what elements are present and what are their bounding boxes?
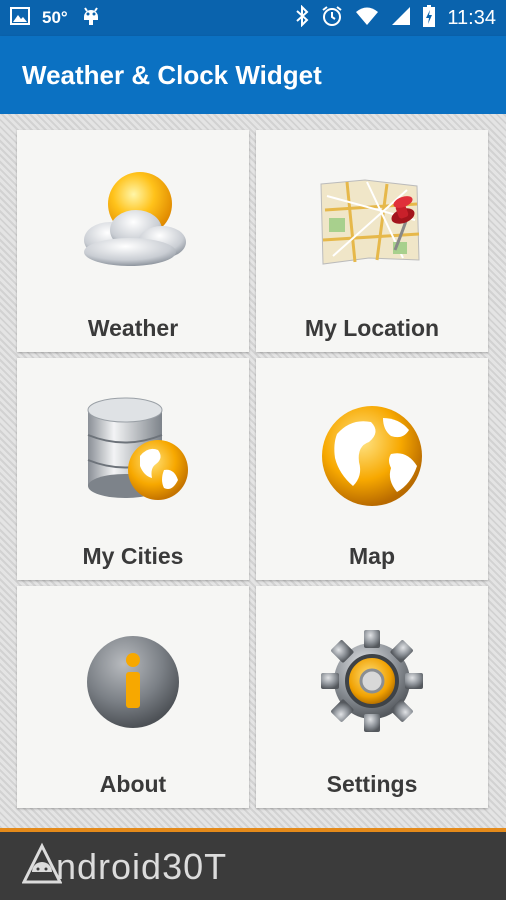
watermark-logo: ndroid30T	[21, 842, 228, 891]
bluetooth-icon	[295, 4, 309, 32]
about-label: About	[99, 771, 167, 797]
android-notification-icon	[80, 5, 102, 32]
app-bar: Weather & Clock Widget	[0, 36, 506, 114]
globe-icon	[307, 388, 437, 518]
my-location-label: My Location	[304, 315, 440, 341]
weather-tile[interactable]: Weather	[17, 130, 249, 352]
image-notification-icon	[10, 6, 30, 30]
watermark-text: ndroid30T	[56, 845, 228, 887]
app-title: Weather & Clock Widget	[22, 60, 322, 90]
my-cities-label: My Cities	[82, 543, 184, 569]
map-pin-icon	[307, 160, 437, 290]
status-clock: 11:34	[447, 6, 496, 29]
weather-label: Weather	[87, 315, 179, 341]
weather-sun-cloud-icon	[68, 160, 198, 290]
about-tile[interactable]: About	[17, 586, 249, 808]
watermark-bar: ndroid30T	[0, 832, 506, 900]
alarm-icon	[321, 5, 343, 32]
gear-icon	[307, 616, 437, 746]
my-location-tile[interactable]: My Location	[256, 130, 488, 352]
database-globe-icon	[68, 388, 198, 518]
wifi-icon	[355, 6, 379, 31]
status-bar: 50° 11:34	[0, 0, 506, 36]
settings-label: Settings	[326, 771, 418, 797]
map-label: Map	[349, 543, 395, 569]
my-cities-tile[interactable]: My Cities	[17, 358, 249, 580]
signal-icon	[391, 6, 411, 31]
map-tile[interactable]: Map	[256, 358, 488, 580]
battery-charging-icon	[423, 4, 436, 32]
settings-tile[interactable]: Settings	[256, 586, 488, 808]
temperature-indicator: 50°	[42, 8, 68, 27]
menu-grid: Weather My Location My Cities Map About …	[0, 114, 506, 828]
info-icon	[68, 616, 198, 746]
